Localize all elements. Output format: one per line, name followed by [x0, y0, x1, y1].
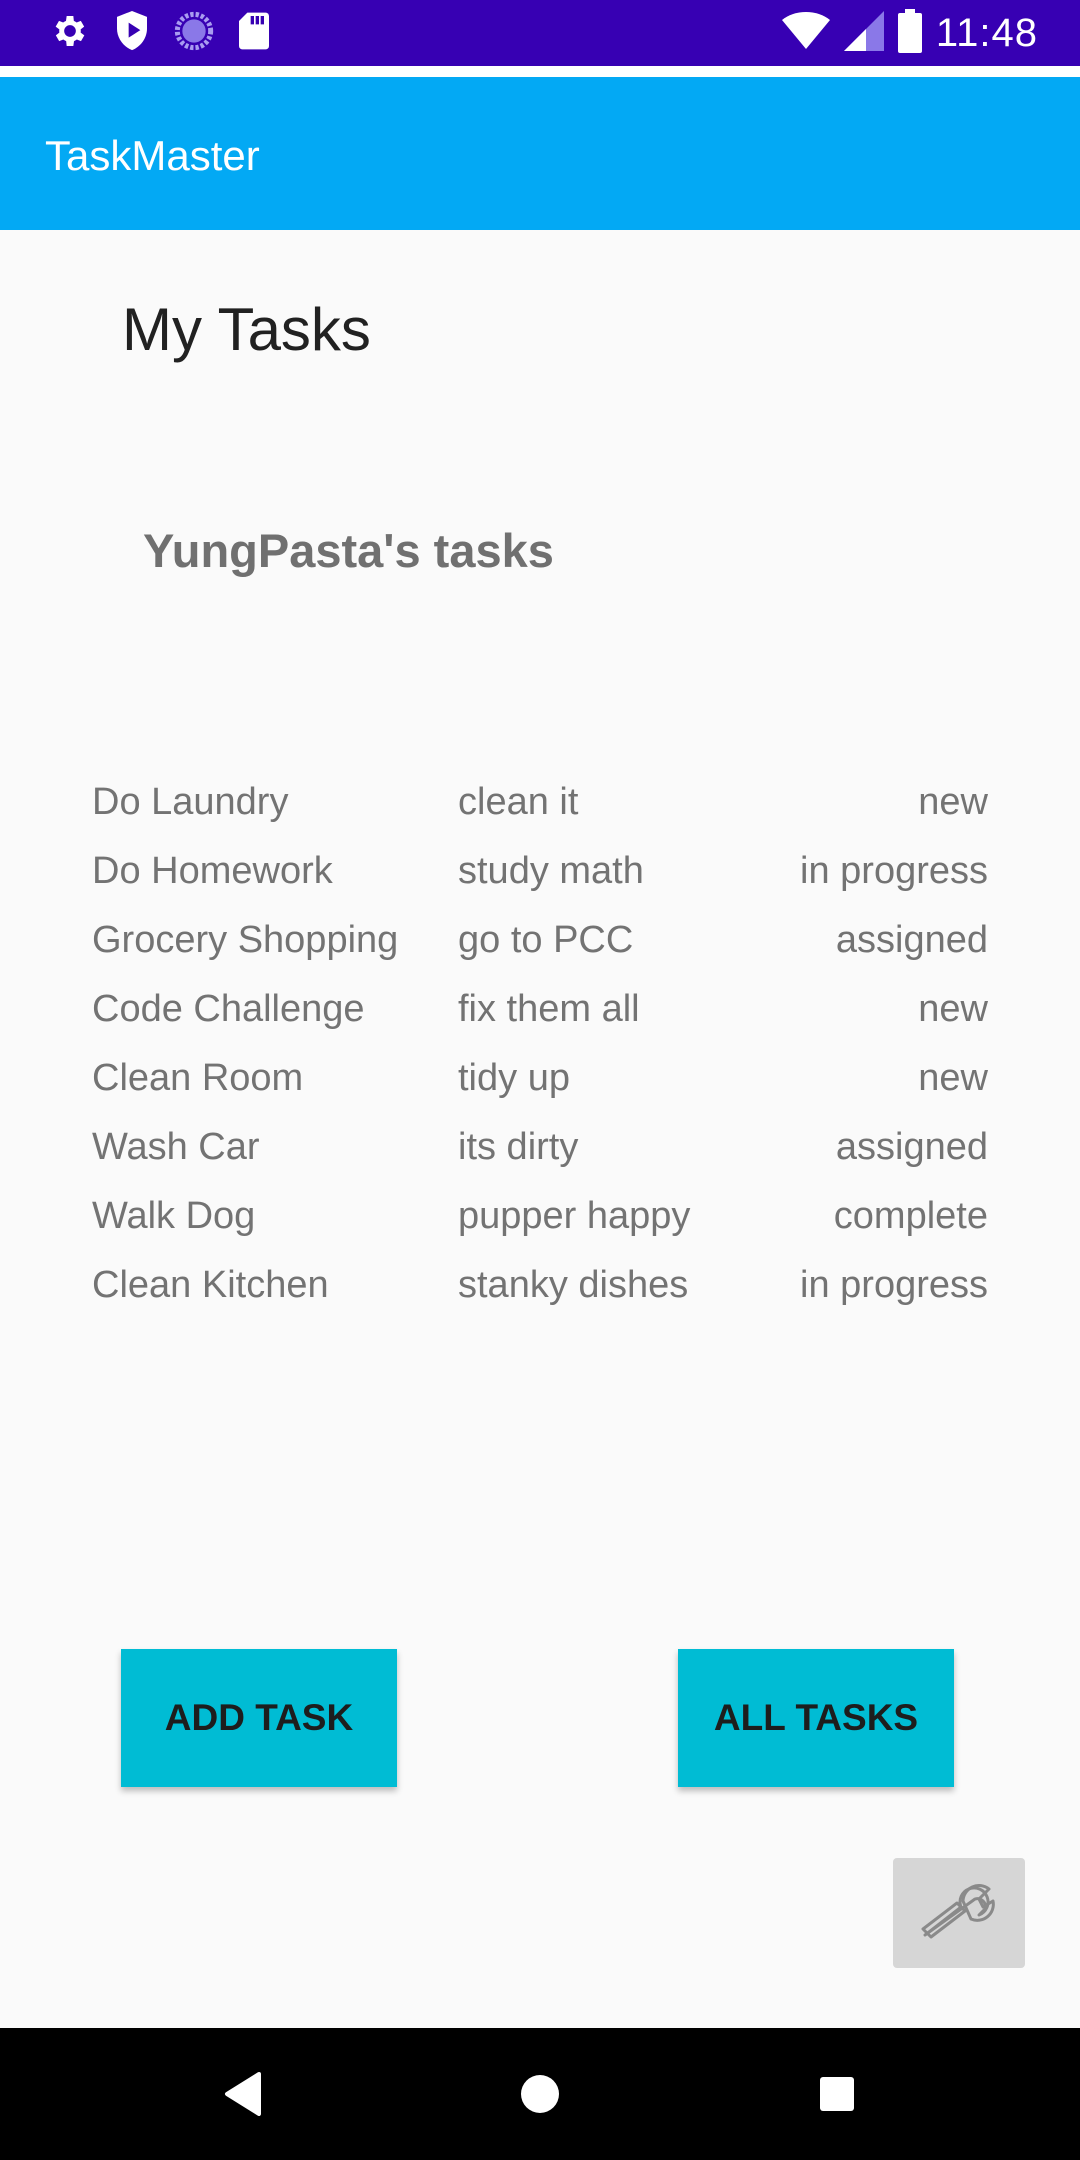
task-row[interactable]: Walk Dog pupper happy complete [92, 1187, 988, 1256]
task-row[interactable]: Do Homework study math in progress [92, 842, 988, 911]
task-state: assigned [835, 919, 988, 961]
task-title: Grocery Shopping [92, 919, 399, 961]
task-title: Walk Dog [92, 1195, 256, 1237]
task-body: study math [458, 850, 644, 892]
app-title: TaskMaster [45, 132, 260, 179]
task-title: Code Challenge [92, 988, 365, 1030]
task-row[interactable]: Code Challenge fix them all new [92, 980, 988, 1049]
back-icon[interactable] [213, 2064, 273, 2124]
loading-circle-icon [174, 11, 214, 56]
task-title: Wash Car [92, 1126, 260, 1168]
task-list: Do Laundry clean it new Do Homework stud… [92, 773, 988, 1325]
task-row[interactable]: Clean Kitchen stanky dishes in progress [92, 1256, 988, 1325]
task-row[interactable]: Wash Car its dirty assigned [92, 1118, 988, 1187]
task-body: fix them all [458, 988, 640, 1030]
task-body: its dirty [458, 1126, 579, 1168]
task-state: in progress [800, 850, 988, 892]
task-title: Do Homework [92, 850, 333, 892]
task-title: Do Laundry [92, 781, 289, 823]
task-state: new [918, 988, 988, 1030]
battery-icon [897, 8, 922, 58]
task-state: in progress [800, 1264, 988, 1306]
task-title: Clean Room [92, 1057, 304, 1099]
user-tasks-label: YungPasta's tasks [143, 524, 554, 577]
app-bar: TaskMaster [0, 77, 1080, 230]
task-state: assigned [835, 1126, 988, 1168]
task-state: new [918, 781, 988, 823]
task-state: complete [833, 1195, 988, 1237]
task-state: new [918, 1057, 988, 1099]
task-title: Clean Kitchen [92, 1264, 329, 1306]
page-title: My Tasks [122, 296, 371, 363]
settings-button[interactable] [893, 1858, 1025, 1968]
task-row[interactable]: Clean Room tidy up new [92, 1049, 988, 1118]
status-bar: 11:48 [0, 0, 1080, 66]
task-body: go to PCC [458, 919, 634, 961]
gear-icon [50, 11, 90, 56]
wrench-icon [917, 1879, 1001, 1948]
task-body: clean it [458, 781, 579, 823]
add-task-button[interactable]: ADD TASK [121, 1649, 397, 1787]
task-row[interactable]: Do Laundry clean it new [92, 773, 988, 842]
signal-icon [843, 10, 884, 56]
task-row[interactable]: Grocery Shopping go to PCC assigned [92, 911, 988, 980]
all-tasks-button[interactable]: ALL TASKS [678, 1649, 954, 1787]
wifi-icon [781, 11, 830, 56]
status-time: 11:48 [935, 10, 1038, 55]
recents-icon[interactable] [807, 2064, 867, 2124]
play-protect-icon [112, 9, 152, 58]
task-body: pupper happy [458, 1195, 691, 1237]
navigation-bar [0, 2028, 1080, 2160]
task-body: tidy up [458, 1057, 570, 1099]
status-divider [0, 66, 1080, 77]
home-icon[interactable] [510, 2064, 570, 2124]
task-body: stanky dishes [458, 1264, 689, 1306]
sd-card-icon [236, 11, 272, 56]
